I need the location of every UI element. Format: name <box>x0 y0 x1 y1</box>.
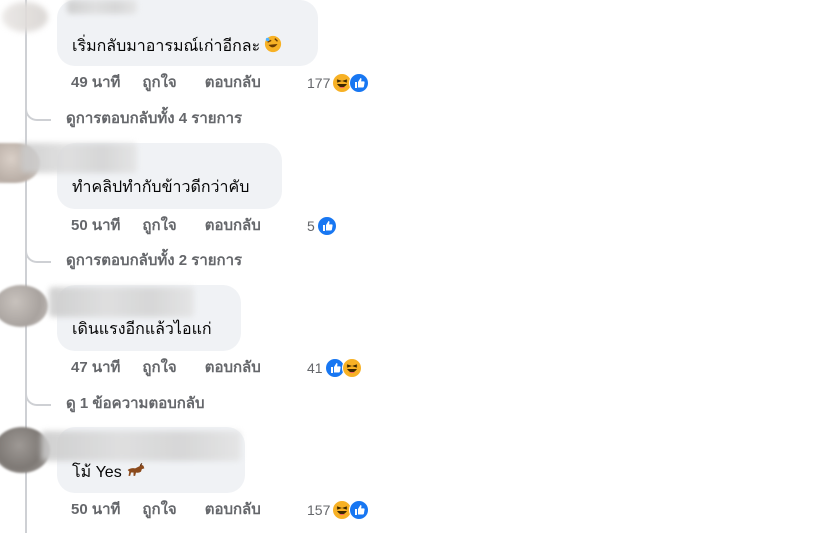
like-button[interactable]: ถูกใจ <box>142 501 176 518</box>
haha-icon <box>341 358 362 378</box>
reaction-count: 5 <box>307 218 315 234</box>
comment-actions: 47 นาที ถูกใจ ตอบกลับ <box>71 358 261 378</box>
avatar[interactable] <box>2 2 48 32</box>
comment-text: เดินแรงอีกแล้วไอแก่ <box>72 321 212 338</box>
like-button[interactable]: ถูกใจ <box>142 359 176 376</box>
like-icon <box>349 500 370 520</box>
comment-actions: 49 นาที ถูกใจ ตอบกลับ <box>71 73 261 93</box>
reaction-count: 157 <box>307 502 331 518</box>
comment-bubble: โม้ Yes <box>41 427 245 493</box>
reply-connector <box>25 247 51 263</box>
author-name[interactable] <box>67 0 137 14</box>
like-button[interactable]: ถูกใจ <box>142 217 176 234</box>
rofl-emoji <box>264 35 282 59</box>
comment-bubble: ทำคลิปทำกับข้าวดีกว่าคับ <box>21 143 282 209</box>
horse-emoji <box>126 462 146 484</box>
reaction-count: 177 <box>307 75 331 91</box>
reply-button[interactable]: ตอบกลับ <box>205 359 261 376</box>
author-name[interactable] <box>21 143 137 173</box>
comment-bubble: เดินแรงอีกแล้วไอแก่ <box>49 285 241 351</box>
comment-time[interactable]: 50 นาที <box>71 217 120 234</box>
comment-time[interactable]: 47 นาที <box>71 359 120 376</box>
like-button[interactable]: ถูกใจ <box>142 74 176 91</box>
like-icon <box>349 73 370 93</box>
reaction-summary[interactable]: 157 <box>307 500 370 520</box>
comment-actions: 50 นาที ถูกใจ ตอบกลับ <box>71 216 261 236</box>
reaction-count: 41 <box>307 360 323 376</box>
reaction-summary[interactable]: 41 <box>307 358 362 378</box>
view-replies-link[interactable]: ดูการตอบกลับทั้ง 4 รายการ <box>66 109 242 129</box>
like-icon <box>316 216 337 236</box>
reaction-summary[interactable]: 5 <box>307 216 337 236</box>
reply-connector <box>25 390 51 406</box>
reply-button[interactable]: ตอบกลับ <box>205 501 261 518</box>
author-name[interactable] <box>49 287 194 317</box>
author-name[interactable] <box>41 431 241 461</box>
comment-bubble: เริ่มกลับมาอารมณ์เก่าอีกละ <box>57 0 318 66</box>
comment-time[interactable]: 49 นาที <box>71 74 120 91</box>
reply-button[interactable]: ตอบกลับ <box>205 74 261 91</box>
avatar[interactable] <box>0 285 48 327</box>
reaction-summary[interactable]: 177 <box>307 73 370 93</box>
reply-button[interactable]: ตอบกลับ <box>205 217 261 234</box>
view-replies-link[interactable]: ดูการตอบกลับทั้ง 2 รายการ <box>66 251 242 271</box>
comment-text: เริ่มกลับมาอารมณ์เก่าอีกละ <box>72 35 282 59</box>
comment-time[interactable]: 50 นาที <box>71 501 120 518</box>
comment-actions: 50 นาที ถูกใจ ตอบกลับ <box>71 500 261 520</box>
comment-text: ทำคลิปทำกับข้าวดีกว่าคับ <box>72 179 250 196</box>
view-replies-link[interactable]: ดู 1 ข้อความตอบกลับ <box>66 394 205 414</box>
comment-text: โม้ Yes <box>72 462 146 484</box>
reply-connector <box>25 105 51 121</box>
